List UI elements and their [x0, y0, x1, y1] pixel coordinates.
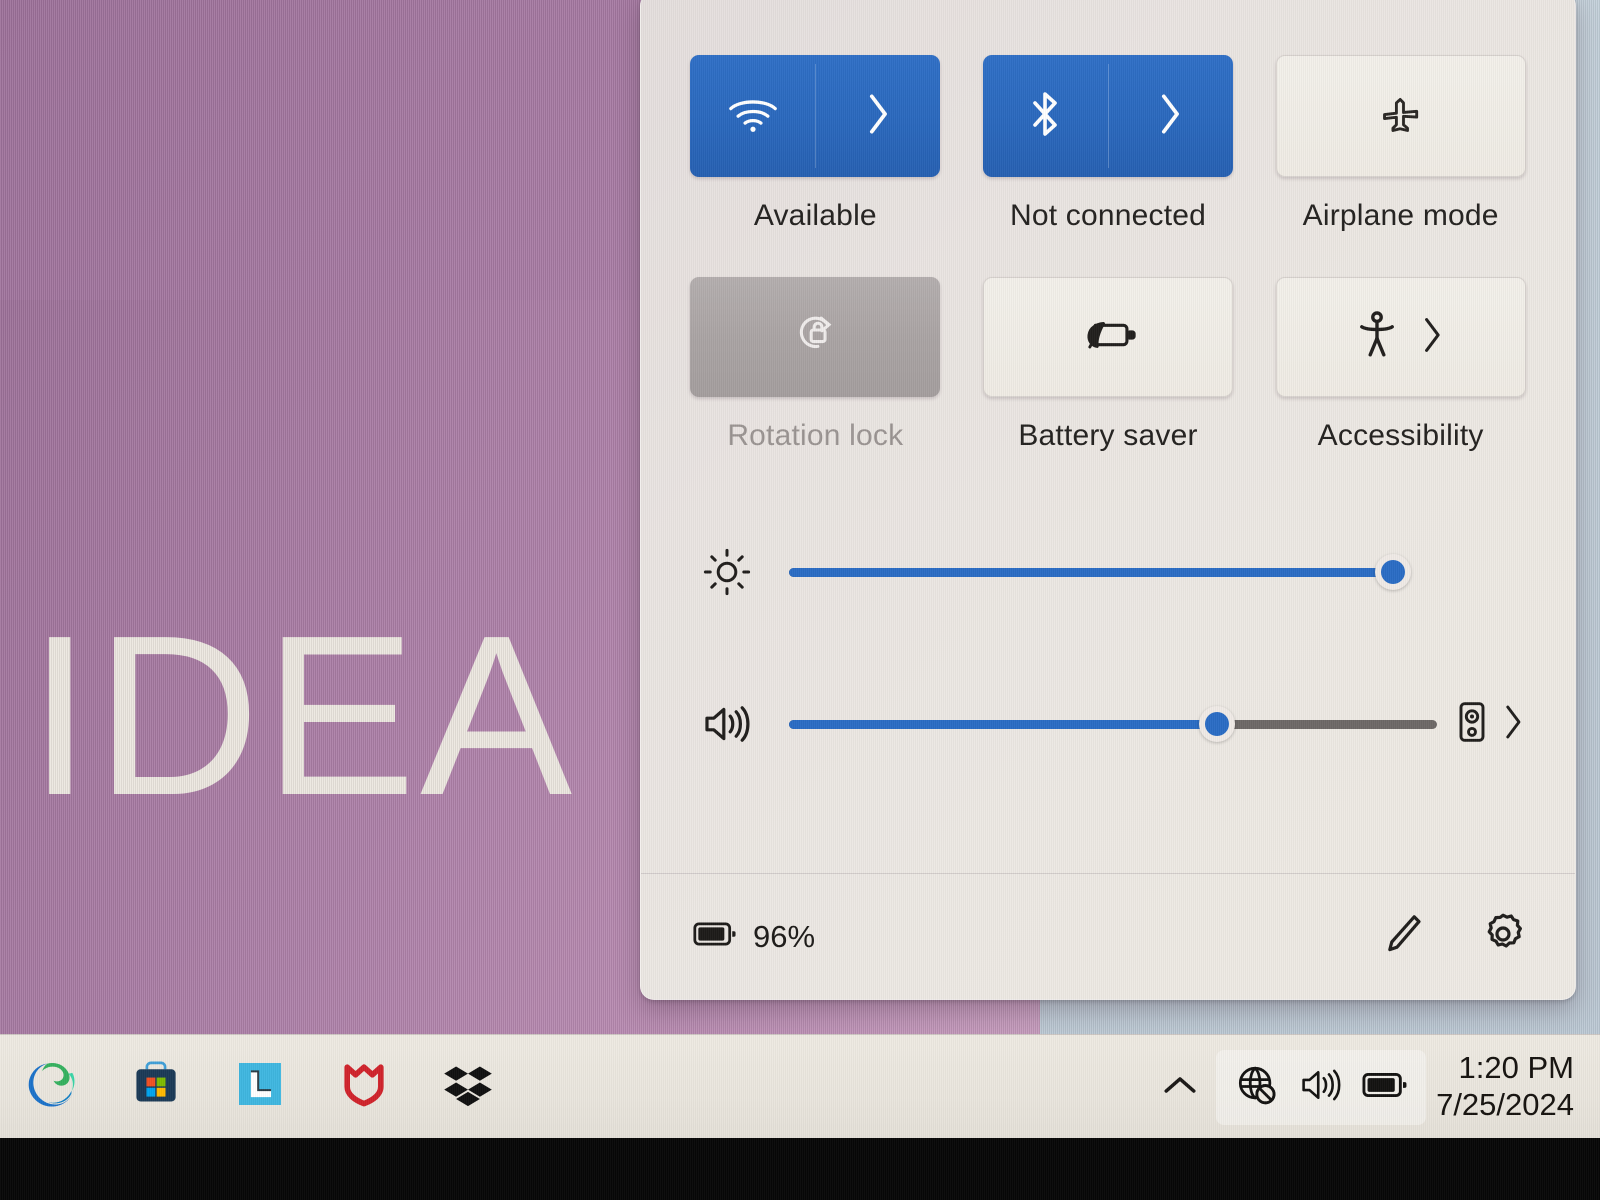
tile-airplane-mode-label: Airplane mode — [1302, 199, 1499, 232]
edit-quick-settings-button[interactable] — [1381, 910, 1425, 963]
audio-output-icon[interactable] — [1457, 700, 1487, 749]
tile-bluetooth-expand[interactable] — [1107, 55, 1233, 177]
chevron-right-icon — [863, 91, 893, 142]
edge-icon — [22, 1054, 82, 1119]
clock-time: 1:20 PM — [1458, 1050, 1574, 1086]
audio-output-chevron-icon[interactable] — [1501, 702, 1525, 747]
tile-accessibility-toggle[interactable] — [1277, 278, 1409, 396]
taskbar-app-mcafee[interactable] — [312, 1035, 416, 1139]
chevron-right-icon — [1419, 315, 1445, 360]
system-tray[interactable] — [1216, 1049, 1427, 1125]
airplane-icon — [1378, 92, 1424, 141]
quick-settings-footer: 96% — [641, 873, 1575, 999]
wallpaper-brand-text: IDEA — [28, 589, 577, 843]
volume-icon — [691, 701, 763, 747]
tile-wifi-label: Available — [753, 199, 877, 232]
brightness-thumb[interactable] — [1375, 554, 1411, 590]
taskbar-app-microsoft-store[interactable] — [104, 1035, 208, 1139]
tile-cell-rotation-lock: Rotation lock — [685, 277, 946, 453]
tile-accessibility-label: Accessibility — [1317, 419, 1484, 452]
tile-battery-saver[interactable] — [982, 277, 1233, 397]
taskbar-clock[interactable]: 1:20 PM 7/25/2024 — [1436, 1050, 1600, 1123]
mcafee-icon — [336, 1056, 392, 1117]
tile-cell-battery-saver: Battery saver — [978, 277, 1239, 453]
tile-battery-saver-toggle[interactable] — [984, 278, 1232, 396]
tile-bluetooth-label: Not connected — [1009, 199, 1207, 232]
tile-rotation-lock-label: Rotation lock — [727, 419, 904, 452]
rotation-lock-icon — [790, 311, 840, 364]
wifi-icon — [726, 92, 780, 141]
tile-wifi-toggle[interactable] — [690, 55, 815, 177]
quick-settings-tile-row-2: Rotation lock Battery saver Accessibilit… — [685, 277, 1531, 453]
accessibility-icon — [1357, 310, 1397, 365]
taskbar-app-dropbox[interactable] — [416, 1035, 520, 1139]
chevron-right-icon — [1155, 91, 1185, 142]
dropbox-icon — [440, 1056, 496, 1117]
quick-settings-sliders — [685, 529, 1531, 767]
tray-overflow-button[interactable] — [1144, 1035, 1216, 1139]
battery-icon — [693, 920, 737, 953]
taskbar-app-buttons — [0, 1035, 520, 1139]
tile-bluetooth-toggle[interactable] — [983, 55, 1108, 177]
volume-thumb[interactable] — [1198, 706, 1235, 742]
monitor-bezel — [0, 1138, 1600, 1200]
taskbar-app-edge[interactable] — [0, 1035, 104, 1139]
volume-slider-row — [691, 681, 1525, 767]
globe-no-internet-icon[interactable] — [1234, 1062, 1280, 1113]
bluetooth-icon — [1027, 88, 1063, 145]
brightness-slider[interactable] — [789, 552, 1411, 592]
tile-wifi-expand[interactable] — [815, 55, 940, 177]
taskbar-right-cluster: 1:20 PM 7/25/2024 — [1144, 1035, 1600, 1139]
quick-settings-panel[interactable]: Available Not connected Airplane mode Ro… — [640, 0, 1576, 1000]
tile-airplane-mode[interactable] — [1275, 55, 1526, 177]
tile-bluetooth[interactable] — [982, 55, 1233, 177]
brightness-track-fill — [789, 567, 1393, 577]
volume-icon[interactable] — [1298, 1065, 1344, 1110]
battery-percent-label: 96% — [753, 918, 816, 954]
tile-battery-saver-label: Battery saver — [1018, 419, 1198, 452]
tile-cell-wifi: Available — [685, 55, 946, 233]
brightness-icon — [691, 546, 763, 598]
clock-date: 7/25/2024 — [1436, 1087, 1574, 1122]
battery-status: 96% — [693, 919, 815, 955]
tile-accessibility-expand[interactable] — [1409, 278, 1525, 396]
taskbar-app-lenovo-vantage[interactable] — [208, 1035, 312, 1139]
tile-cell-bluetooth: Not connected — [978, 55, 1239, 233]
taskbar[interactable]: 1:20 PM 7/25/2024 — [0, 1034, 1600, 1138]
battery-icon[interactable] — [1362, 1070, 1408, 1105]
tile-cell-accessibility: Accessibility — [1270, 277, 1531, 453]
battery-leaf-icon — [1079, 317, 1137, 358]
quick-settings-tile-row-1: Available Not connected Airplane mode — [685, 55, 1531, 233]
quick-settings-body: Available Not connected Airplane mode Ro… — [641, 0, 1575, 767]
brightness-slider-row — [691, 529, 1525, 615]
lenovo-icon — [232, 1056, 288, 1117]
volume-slider[interactable] — [789, 704, 1437, 744]
tile-accessibility[interactable] — [1275, 277, 1526, 397]
tile-rotation-lock-toggle — [690, 277, 940, 397]
volume-slider-trailing[interactable] — [1457, 700, 1525, 749]
screen: IDEA Available Not connected Airplane mo… — [0, 0, 1600, 1200]
tile-airplane-mode-toggle[interactable] — [1277, 56, 1525, 176]
volume-track-fill — [789, 719, 1217, 729]
chevron-up-icon — [1161, 1072, 1199, 1103]
footer-buttons — [1381, 910, 1527, 963]
tile-cell-airplane-mode: Airplane mode — [1270, 55, 1531, 233]
settings-gear-button[interactable] — [1479, 910, 1527, 963]
tile-wifi[interactable] — [690, 55, 941, 177]
microsoft-store-icon — [128, 1056, 184, 1117]
tile-rotation-lock — [690, 277, 941, 397]
